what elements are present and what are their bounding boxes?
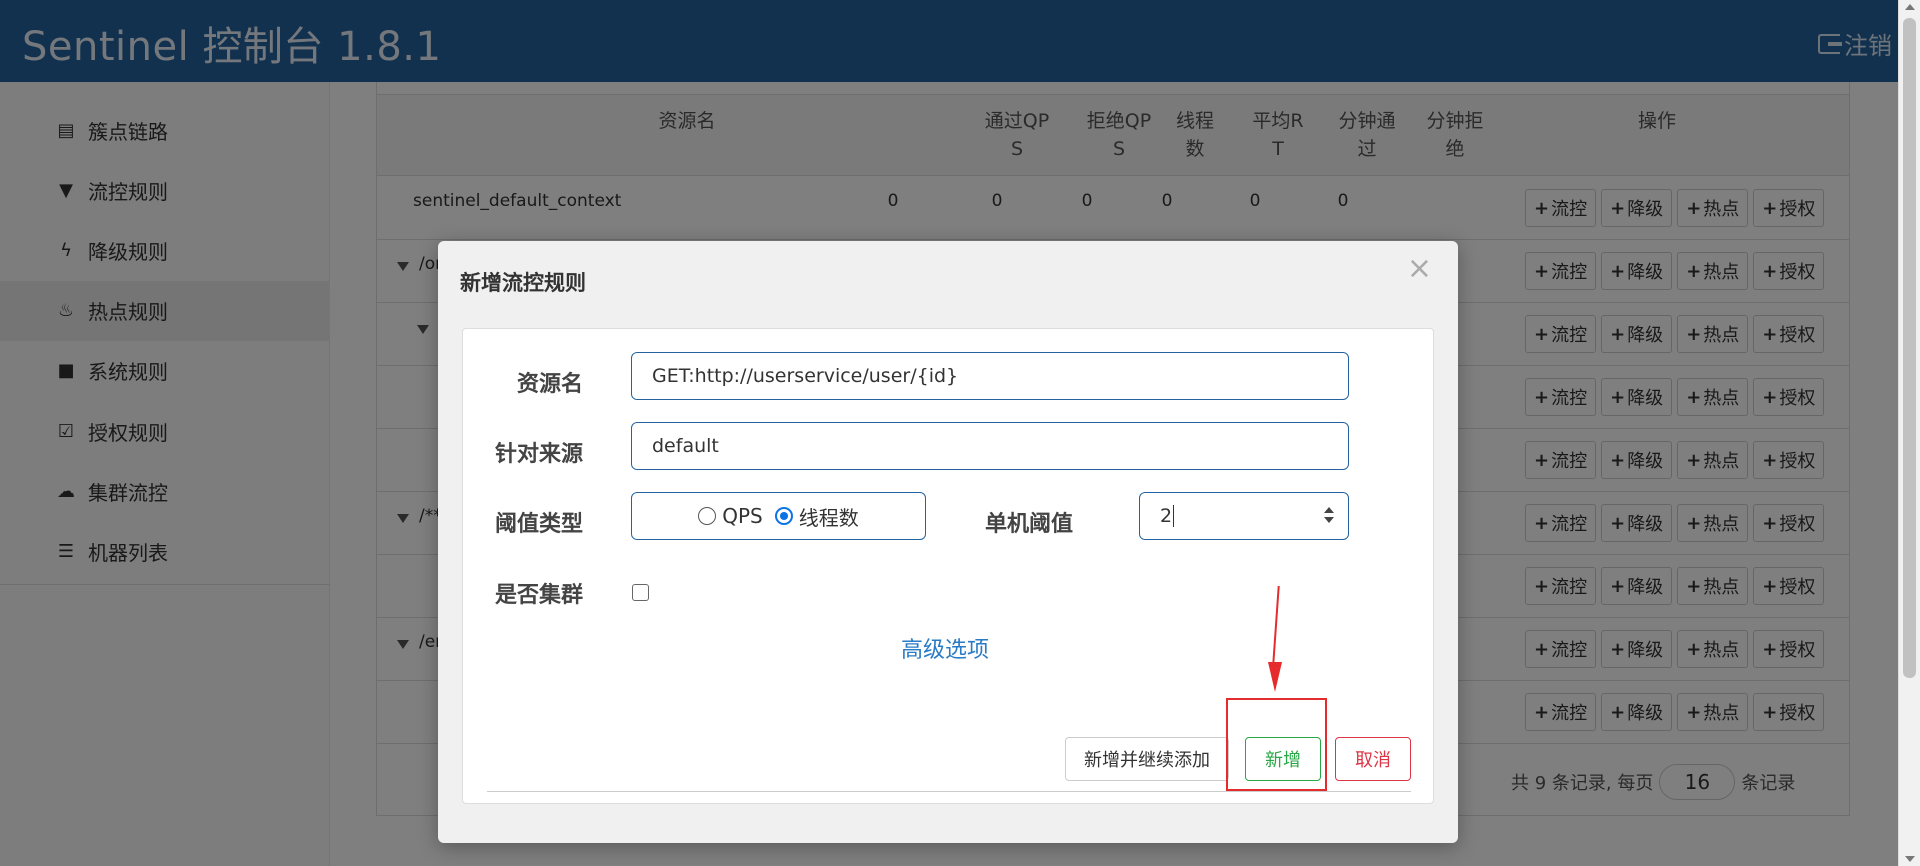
text-cursor bbox=[1173, 505, 1175, 527]
radio-qps-circle[interactable] bbox=[698, 507, 717, 525]
dialog-title: 新增流控规则 bbox=[460, 271, 586, 295]
cluster-label: 是否集群 bbox=[494, 583, 583, 608]
advanced-options-link[interactable]: 高级选项 bbox=[901, 632, 989, 664]
annotation-arrow-head bbox=[1268, 662, 1282, 692]
cluster-checkbox[interactable] bbox=[632, 584, 649, 601]
radio-qps[interactable]: QPS bbox=[698, 504, 763, 528]
number-stepper[interactable] bbox=[1322, 505, 1336, 527]
resource-input[interactable]: GET:http://userservice/user/{id} bbox=[631, 352, 1349, 400]
cancel-button[interactable]: 取消 bbox=[1335, 737, 1411, 781]
resource-label: 资源名 bbox=[516, 372, 583, 397]
radio-threads[interactable]: 线程数 bbox=[774, 502, 859, 531]
dialog-footer-divider bbox=[487, 791, 1411, 792]
scroll-down-icon[interactable] bbox=[1905, 856, 1915, 862]
threshold-type-radio-group: QPS 线程数 bbox=[631, 492, 926, 540]
scroll-thumb[interactable] bbox=[1903, 18, 1916, 678]
stepper-down-icon[interactable] bbox=[1324, 517, 1334, 523]
radio-threads-circle[interactable] bbox=[774, 507, 793, 525]
threshold-type-label: 阈值类型 bbox=[494, 512, 583, 537]
annotation-highlight-box bbox=[1226, 698, 1327, 791]
scroll-up-icon[interactable] bbox=[1905, 4, 1915, 10]
close-icon[interactable]: × bbox=[1407, 251, 1432, 286]
threshold-value-input[interactable]: 2 bbox=[1139, 492, 1349, 540]
origin-label: 针对来源 bbox=[494, 442, 583, 467]
threshold-value-label: 单机阈值 bbox=[984, 512, 1073, 537]
origin-input[interactable]: default bbox=[631, 422, 1349, 470]
add-and-continue-button[interactable]: 新增并继续添加 bbox=[1065, 737, 1229, 781]
page-scrollbar[interactable] bbox=[1898, 0, 1920, 866]
stepper-up-icon[interactable] bbox=[1324, 507, 1334, 513]
